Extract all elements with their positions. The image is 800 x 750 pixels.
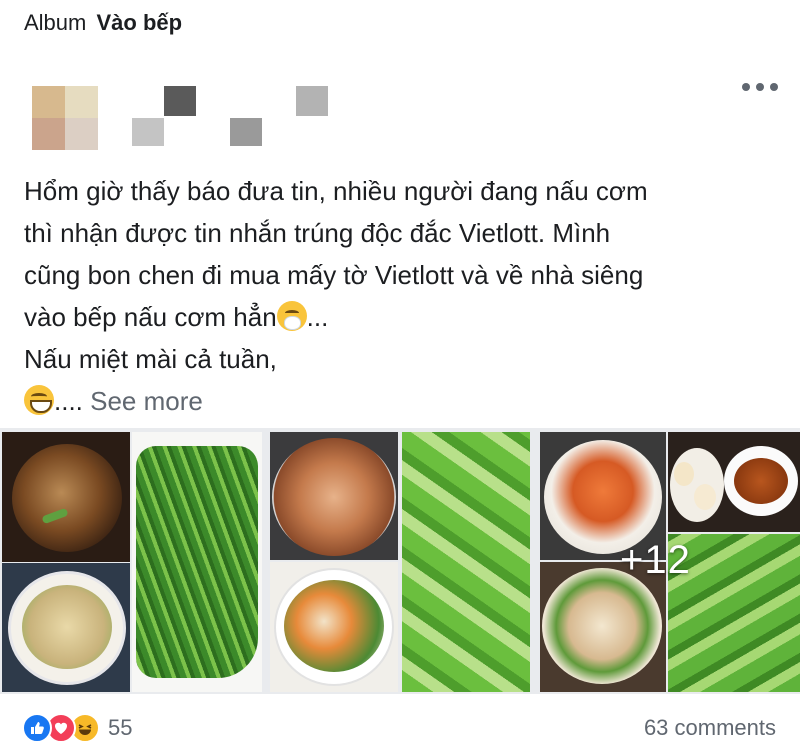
- photo-noodle-soup[interactable]: [270, 562, 398, 692]
- photo-braised-fish[interactable]: [2, 432, 130, 562]
- post-line: Hổm giờ thấy báo đưa tin, nhiều người đa…: [24, 176, 648, 206]
- post-line: vào bếp nấu cơm hẳn: [24, 302, 277, 332]
- photo-shrimp-squid-stir-fry[interactable]: [270, 432, 398, 560]
- sneezing-face-emoji-icon: [276, 301, 307, 331]
- grinning-face-emoji-icon: [24, 385, 54, 415]
- redacted-block: [132, 118, 164, 146]
- redacted-block: [296, 86, 328, 116]
- post-text: Hổm giờ thấy báo đưa tin, nhiều người đa…: [24, 170, 784, 422]
- photo-stir-fried-water-spinach[interactable]: [132, 432, 262, 692]
- photo-sliced-squash[interactable]: [402, 432, 530, 692]
- reaction-count: 55: [108, 715, 133, 740]
- avatar[interactable]: [32, 86, 98, 150]
- comments-count-link[interactable]: 63 comments: [644, 712, 776, 744]
- post-line: thì nhận được tin nhắn trúng độc đắc Vie…: [24, 218, 611, 248]
- reactions-summary[interactable]: 55: [22, 712, 132, 744]
- redacted-block: [230, 118, 262, 146]
- album-label: Album: [24, 10, 87, 35]
- photo-boiled-eggs[interactable]: [668, 432, 724, 532]
- redacted-block: [164, 86, 196, 116]
- post-line: Nấu miệt mài cả tuần,: [24, 344, 277, 374]
- photo-vegetable-soup[interactable]: [2, 563, 130, 692]
- more-options-icon[interactable]: [742, 80, 778, 94]
- photo-dipping-sauce[interactable]: [724, 432, 800, 532]
- post-line: cũng bon chen đi mua mấy tờ Vietlott và …: [24, 260, 644, 290]
- more-photos-count[interactable]: +12: [620, 538, 691, 583]
- album-header[interactable]: Album Vào bếp: [24, 8, 182, 38]
- see-more-link[interactable]: See more: [90, 386, 203, 416]
- post-ellipsis: ....: [54, 386, 91, 416]
- album-name-link[interactable]: Vào bếp: [96, 10, 182, 35]
- like-icon: [22, 713, 52, 743]
- post-ellipsis: ...: [306, 302, 329, 332]
